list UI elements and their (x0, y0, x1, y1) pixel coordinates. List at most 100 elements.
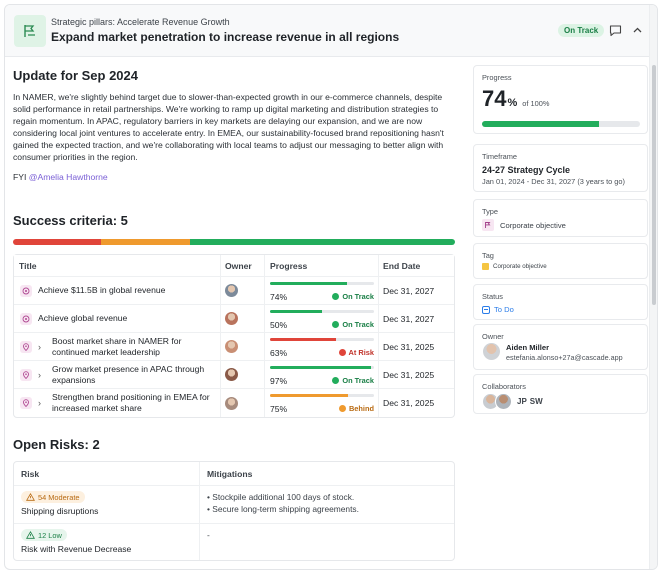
status-dot (338, 348, 346, 356)
mitigations-cell: • Stockpile additional 100 days of stock… (207, 491, 359, 515)
mention-link[interactable]: @Amelia Hawthorne (29, 172, 108, 182)
scrollbar[interactable] (649, 5, 657, 569)
pin-icon (20, 340, 32, 353)
owner-avatar[interactable] (225, 340, 238, 353)
col-progress: Progress (270, 260, 308, 271)
status-value: To Do (494, 305, 514, 314)
collapse-button[interactable] (629, 22, 645, 38)
tag-color-swatch (482, 263, 489, 270)
scroll-thumb[interactable] (652, 65, 656, 305)
collaborator-initials: JP SW (514, 397, 543, 406)
progress-bar (482, 121, 640, 127)
criterion-title-cell: Achieve $11.5B in global revenue (20, 277, 220, 304)
progress-bar (270, 281, 374, 285)
status-indicator: At Risk (338, 348, 374, 357)
chevron-right-icon[interactable]: › (38, 398, 46, 408)
progress-bar-fill (270, 281, 347, 285)
risk-name[interactable]: Risk with Revenue Decrease (21, 544, 131, 554)
table-row[interactable]: › Grow market presence in APAC through e… (14, 361, 454, 389)
status-segment (101, 239, 190, 245)
owner-name: Aiden Miller (506, 343, 550, 352)
risk-name[interactable]: Shipping disruptions (21, 506, 98, 516)
col-end-date: End Date (383, 260, 421, 271)
success-status-bar (13, 239, 455, 245)
status-indicator: On Track (332, 292, 374, 301)
owner-cell (225, 389, 238, 417)
table-row[interactable]: › Strengthen brand positioning in EMEA f… (14, 389, 454, 417)
objective-panel: Strategic pillars: Accelerate Revenue Gr… (4, 4, 658, 570)
progress-bar-fill (270, 337, 336, 341)
risk-row[interactable]: 12 Low Risk with Revenue Decrease - (14, 524, 454, 560)
open-risks-heading: Open Risks: 2 (13, 437, 100, 452)
type-value-row[interactable]: Corporate objective (482, 219, 566, 231)
progress-bar-fill (270, 309, 322, 313)
chevron-right-icon[interactable]: › (38, 370, 46, 380)
end-date: Dec 31, 2025 (383, 369, 435, 380)
table-header-row: Title Owner Progress End Date (14, 255, 454, 277)
tag-card: Tag Corporate objective (473, 243, 648, 279)
mitigation-item: - (207, 530, 210, 540)
status-dropdown[interactable]: To Do (482, 305, 514, 314)
update-heading: Update for Sep 2024 (13, 68, 138, 83)
comment-button[interactable] (607, 22, 623, 38)
collaborators-label: Collaborators (482, 382, 526, 391)
corporate-objective-icon (482, 219, 494, 231)
progress-bar (270, 309, 374, 313)
end-date: Dec 31, 2025 (383, 398, 435, 408)
update-body: In NAMER, we're slightly behind target d… (13, 92, 444, 162)
table-row[interactable]: Achieve $11.5B in global revenue 74% On … (14, 277, 454, 305)
criterion-title[interactable]: Grow market presence in APAC through exp… (52, 364, 220, 386)
risk-row[interactable]: 54 Moderate Shipping disruptions • Stock… (14, 486, 454, 524)
criterion-title[interactable]: Boost market share in NAMER for continue… (52, 336, 220, 358)
pillar-breadcrumb[interactable]: Strategic pillars: Accelerate Revenue Gr… (51, 17, 230, 27)
criterion-title[interactable]: Achieve global revenue (38, 313, 127, 324)
pin-icon (20, 368, 32, 381)
type-value: Corporate objective (500, 220, 566, 230)
progress-bar-fill (482, 121, 599, 127)
tag-chip[interactable]: Corporate objective (482, 263, 547, 270)
col-owner: Owner (225, 260, 252, 271)
owner-avatar[interactable] (225, 396, 238, 410)
progress-value: 74 (482, 86, 507, 111)
severity-badge: 54 Moderate (21, 491, 85, 503)
target-icon (20, 312, 32, 325)
pin-icon (20, 397, 32, 409)
end-date: Dec 31, 2025 (383, 341, 435, 352)
collaborators-card: Collaborators JP SW (473, 374, 648, 414)
progress-bar (270, 365, 374, 369)
owner-avatar[interactable] (225, 284, 238, 297)
collaborator-list[interactable]: JP SW (482, 393, 543, 410)
chevron-right-icon[interactable]: › (38, 342, 46, 352)
risks-table: Risk Mitigations 54 Moderate Shipping di… (13, 461, 455, 561)
criterion-title[interactable]: Strengthen brand positioning in EMEA for… (52, 392, 220, 414)
collaborator-avatar[interactable] (495, 393, 512, 410)
status-indicator: On Track (332, 320, 374, 329)
status-dot (332, 320, 340, 328)
success-criteria-heading: Success criteria: 5 (13, 213, 128, 228)
owner-email: estefania.alonso+27a@cascade.app (506, 353, 623, 362)
collaborator-initials-avatar[interactable]: SW (530, 397, 543, 406)
owner-cell (225, 361, 238, 388)
end-date: Dec 31, 2027 (383, 313, 435, 324)
criterion-title[interactable]: Achieve $11.5B in global revenue (38, 285, 165, 296)
timeframe-card: Timeframe 24-27 Strategy Cycle Jan 01, 2… (473, 144, 648, 192)
table-row[interactable]: › Boost market share in NAMER for contin… (14, 333, 454, 361)
todo-icon (482, 305, 490, 314)
chevron-up-icon (633, 27, 641, 32)
timeframe-label: Timeframe (482, 152, 518, 161)
owner-avatar[interactable] (225, 368, 238, 381)
risk-cell: 54 Moderate Shipping disruptions (21, 491, 98, 516)
table-row[interactable]: Achieve global revenue 50% On Track Dec … (14, 305, 454, 333)
progress-bar (270, 337, 374, 341)
collaborator-initials-avatar[interactable]: JP (517, 397, 527, 406)
progress-unit: % (507, 97, 518, 109)
criterion-title-cell: › Boost market share in NAMER for contin… (20, 333, 220, 360)
type-label: Type (482, 207, 499, 216)
progress-percent: 97% (270, 375, 288, 386)
status-dot (332, 292, 340, 300)
owner-avatar[interactable] (483, 343, 500, 360)
warning-icon (26, 493, 38, 501)
type-card: Type Corporate objective (473, 199, 648, 237)
timeframe-name[interactable]: 24-27 Strategy Cycle (482, 165, 570, 175)
owner-avatar[interactable] (225, 312, 238, 325)
